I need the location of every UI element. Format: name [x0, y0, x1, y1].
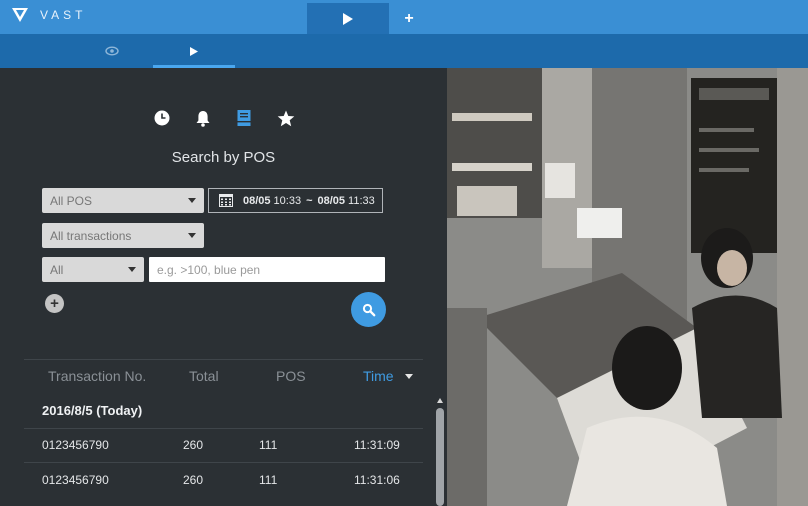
- vast-logo-icon: [12, 8, 28, 22]
- add-condition-button[interactable]: +: [45, 294, 64, 313]
- row-divider: [24, 428, 423, 429]
- camera-frame-image: [447, 68, 808, 506]
- pos-icon: [237, 110, 251, 126]
- scroll-up-arrow-icon[interactable]: [437, 398, 443, 403]
- search-panel: Search by POS All POS 08/05 10:33 ~ 08/0…: [0, 68, 447, 506]
- cell-total: 260: [183, 473, 204, 487]
- column-header-transaction-no[interactable]: Transaction No.: [48, 368, 146, 384]
- filter-field-value: All: [50, 262, 64, 277]
- view-mode-bar: [0, 34, 808, 68]
- brand-name: VAST: [40, 8, 87, 22]
- plus-icon: +: [50, 295, 59, 312]
- add-tab-button[interactable]: +: [396, 3, 422, 34]
- play-icon: [343, 12, 353, 25]
- panel-title: Search by POS: [171, 149, 276, 166]
- time-from: 10:33: [273, 194, 302, 207]
- query-input[interactable]: [149, 257, 385, 282]
- plus-icon: +: [404, 9, 414, 27]
- row-divider: [24, 462, 423, 463]
- brand-logo: VAST: [12, 8, 86, 22]
- eye-icon: [105, 46, 119, 56]
- live-view-tab[interactable]: [102, 44, 122, 58]
- calendar-icon: [219, 194, 233, 207]
- transactions-select-value: All transactions: [50, 228, 132, 243]
- top-bar: VAST +: [0, 0, 808, 34]
- pos-select-value: All POS: [50, 193, 93, 208]
- date-range-picker[interactable]: 08/05 10:33 ~ 08/05 11:33: [208, 188, 383, 213]
- date-to: 08/05: [317, 194, 346, 207]
- playback-tab[interactable]: [153, 34, 235, 68]
- cell-time: 11:31:06: [354, 473, 400, 487]
- date-from: 08/05: [243, 194, 271, 207]
- cell-pos: 111: [259, 473, 278, 487]
- star-icon: [277, 110, 295, 126]
- time-search-button[interactable]: [152, 108, 172, 128]
- time-to: 11:33: [348, 194, 375, 207]
- transactions-select[interactable]: All transactions: [42, 223, 204, 248]
- filter-field-select[interactable]: All: [42, 257, 144, 282]
- search-icon: [362, 303, 375, 316]
- tab-live-playback[interactable]: [307, 3, 389, 34]
- pos-search-button[interactable]: [234, 108, 254, 128]
- event-search-button[interactable]: [193, 108, 213, 128]
- search-mode-icons: [0, 108, 447, 132]
- pos-select[interactable]: All POS: [42, 188, 204, 213]
- chevron-down-icon: [188, 233, 196, 238]
- search-button[interactable]: [351, 292, 386, 327]
- column-header-total[interactable]: Total: [189, 368, 219, 384]
- date-group-label: 2016/8/5 (Today): [42, 403, 143, 418]
- column-header-time[interactable]: Time: [363, 368, 394, 384]
- chevron-down-icon: [128, 267, 136, 272]
- range-separator: ~: [306, 194, 313, 207]
- cell-transaction-no: 0123456790: [42, 473, 109, 487]
- header-divider: [24, 359, 423, 360]
- bell-icon: [196, 110, 210, 127]
- bookmark-search-button[interactable]: [276, 108, 296, 128]
- video-view[interactable]: [447, 68, 808, 506]
- scrollbar-thumb[interactable]: [436, 408, 444, 506]
- cell-transaction-no: 0123456790: [42, 438, 109, 452]
- cell-time: 11:31:09: [354, 438, 400, 452]
- play-icon: [190, 46, 198, 56]
- cell-total: 260: [183, 438, 204, 452]
- cell-pos: 111: [259, 438, 278, 452]
- chevron-down-icon: [188, 198, 196, 203]
- sort-caret-icon[interactable]: [405, 374, 413, 379]
- clock-icon: [154, 110, 170, 126]
- column-header-pos[interactable]: POS: [276, 368, 306, 384]
